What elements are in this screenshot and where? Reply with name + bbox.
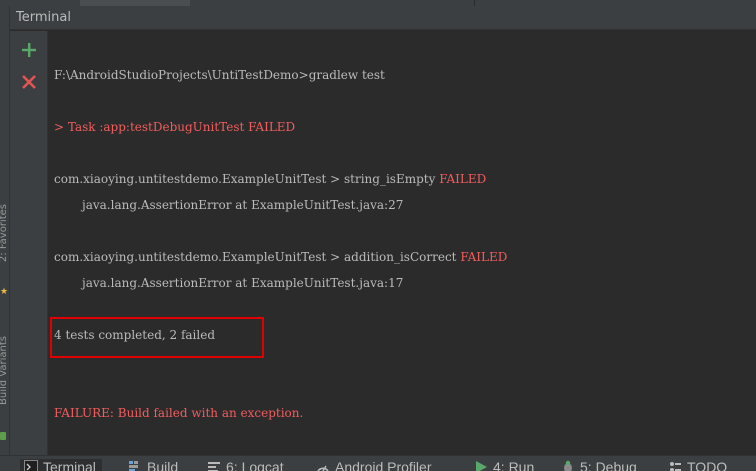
close-icon[interactable] [20, 73, 38, 91]
test-name: com.xiaoying.untitestdemo.ExampleUnitTes… [54, 172, 440, 186]
terminal-actions-toolbar [10, 31, 48, 455]
tab-label: TODO [687, 459, 728, 471]
run-icon [476, 461, 487, 471]
tab-logcat[interactable]: 6: Logcat [207, 459, 284, 471]
task-text: > Task :app:testDebugUnitTest [54, 120, 249, 134]
debug-icon [564, 460, 572, 471]
tab-debug[interactable]: 5: Debug [561, 459, 637, 471]
command-line: F:\AndroidStudioProjects\UntiTestDemo>gr… [54, 68, 385, 82]
terminal-tool-window-header: Terminal [10, 6, 756, 30]
tab-todo[interactable]: TODO [668, 459, 727, 471]
test-status: FAILED [439, 172, 487, 186]
terminal-output[interactable]: F:\AndroidStudioProjects\UntiTestDemo>gr… [49, 31, 756, 455]
task-line: > Task :app:testDebugUnitTest FAILED [54, 119, 295, 135]
test-result-line: com.xiaoying.untitestdemo.ExampleUnitTes… [54, 171, 486, 187]
tab-terminal[interactable]: Terminal [20, 459, 102, 471]
tab-label: Android Profiler [335, 459, 432, 471]
tool-window-title: Terminal [16, 10, 71, 25]
terminal-icon [24, 460, 38, 471]
todo-icon [670, 462, 681, 471]
tab-label: 5: Debug [580, 459, 637, 471]
bottom-tool-window-bar: Terminal Build 6: Logcat Android Profile… [0, 455, 756, 471]
test-error-line: java.lang.AssertionError at ExampleUnitT… [82, 198, 404, 212]
test-result-line: com.xiaoying.untitestdemo.ExampleUnitTes… [54, 249, 507, 265]
test-error-line: java.lang.AssertionError at ExampleUnitT… [82, 276, 404, 290]
favorites-tab[interactable]: 2: Favorites [0, 204, 9, 262]
star-icon: ★ [0, 287, 9, 297]
build-failure-line: FAILURE: Build failed with an exception. [54, 406, 304, 420]
build-variants-tab[interactable]: Build Variants [0, 336, 9, 405]
tab-android-profiler[interactable]: Android Profiler [316, 459, 432, 471]
summary-highlight-box [50, 317, 264, 358]
tab-build[interactable]: Build [128, 459, 178, 471]
test-name: com.xiaoying.untitestdemo.ExampleUnitTes… [54, 250, 461, 264]
tab-label: Build [147, 459, 179, 471]
task-status: FAILED [248, 120, 296, 134]
tab-run[interactable]: 4: Run [474, 459, 534, 471]
tab-label: Terminal [43, 459, 96, 471]
tab-label: 4: Run [493, 459, 535, 471]
build-variants-icon [0, 432, 6, 440]
test-status: FAILED [460, 250, 508, 264]
left-tool-stripe: 2: Favorites ★ Build Variants [0, 6, 10, 455]
profiler-icon [317, 465, 329, 471]
logcat-icon [208, 462, 220, 471]
build-icon [129, 461, 138, 471]
plus-icon[interactable] [20, 41, 38, 59]
tab-label: 6: Logcat [226, 459, 284, 471]
